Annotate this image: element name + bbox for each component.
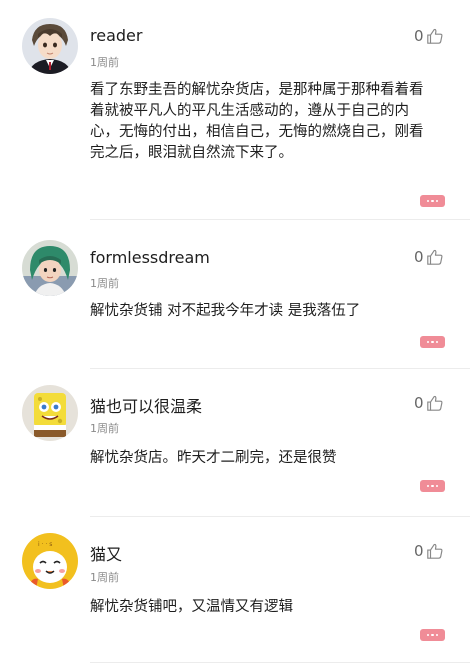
timestamp: 1周前 [90,56,119,69]
avatar[interactable]: i · · s [22,533,78,589]
comment-text: 解忧杂货店。昨天才二刷完，还是很赞 [90,450,337,466]
reply-bubble-icon [420,195,445,207]
divider [90,368,470,369]
reply-bubble-icon [420,480,445,492]
comment-text: 解忧杂货铺吧，又温情又有逻辑 [90,599,293,615]
thumbs-up-icon [426,395,443,411]
like-count: 0 [414,248,424,266]
like-count: 0 [414,27,424,45]
divider [90,516,470,517]
comment-text: 解忧杂货铺 对不起我今年才读 是我落伍了 [90,303,361,319]
avatar[interactable] [22,18,78,74]
spongebob-avatar-icon [22,385,78,441]
timestamp: 1周前 [90,571,119,584]
reply-button[interactable] [420,480,445,492]
green-hair-girl-avatar-icon [22,240,78,296]
username[interactable]: formlessdream [90,248,210,267]
divider [90,219,470,220]
username[interactable]: 猫也可以很温柔 [90,393,202,417]
anime-boy-avatar-icon [22,18,78,74]
svg-text:i · · s: i · · s [38,541,52,548]
timestamp: 1周前 [90,277,119,290]
reply-button[interactable] [420,336,445,348]
avatar[interactable] [22,240,78,296]
reply-button[interactable] [420,195,445,207]
comment-text: 看了东野圭吾的解忧杂货店，是那种属于那种看着看着就被平凡人的平凡生活感动的，遵从… [90,82,424,161]
reply-bubble-icon [420,336,445,348]
avatar[interactable] [22,385,78,441]
reply-button[interactable] [420,629,445,641]
like-count: 0 [414,394,424,412]
thumbs-up-icon [426,249,443,265]
divider [90,662,470,663]
thumbs-up-icon [426,543,443,559]
like-button[interactable]: 0 [414,542,444,560]
cartoon-face-avatar-icon: i · · s [22,533,78,589]
like-count: 0 [414,542,424,560]
like-button[interactable]: 0 [414,248,444,266]
thumbs-up-icon [426,28,443,44]
like-button[interactable]: 0 [414,27,444,45]
timestamp: 1周前 [90,422,119,435]
username[interactable]: 猫又 [90,541,122,565]
comment-item: reader 1周前 0 看了东野圭吾的解忧杂货店，是那种属于那种看着看着就被平… [0,0,470,225]
like-button[interactable]: 0 [414,394,444,412]
reply-bubble-icon [420,629,445,641]
username[interactable]: reader [90,26,142,45]
